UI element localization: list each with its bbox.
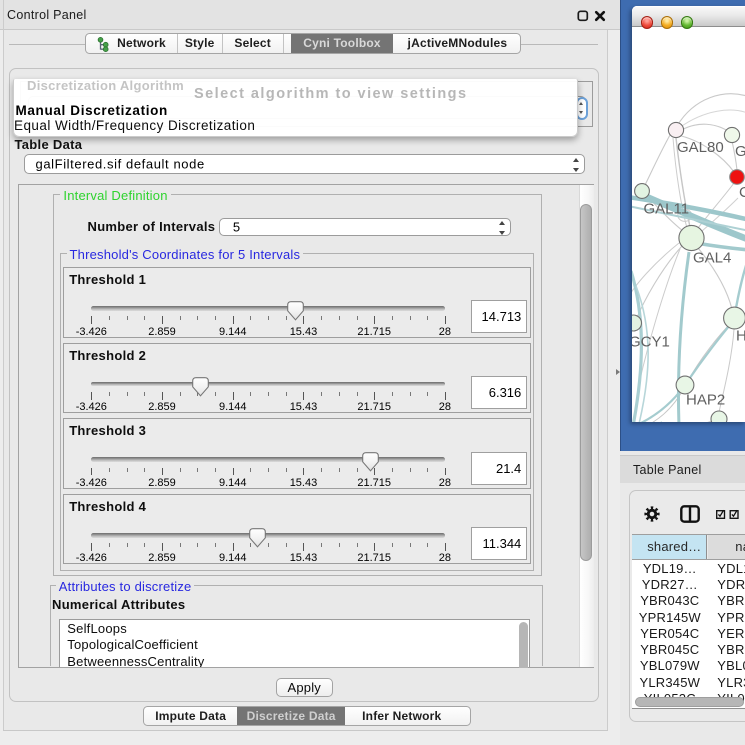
svg-text:H: H: [736, 328, 745, 345]
svg-text:GA: GA: [735, 143, 745, 160]
svg-text:GAL11: GAL11: [643, 201, 689, 218]
svg-text:GCY1: GCY1: [632, 334, 670, 351]
svg-text:HAP2: HAP2: [686, 392, 725, 409]
svg-text:GAL80: GAL80: [677, 139, 724, 156]
svg-text:C: C: [739, 184, 745, 201]
svg-text:GAL4: GAL4: [693, 250, 731, 267]
